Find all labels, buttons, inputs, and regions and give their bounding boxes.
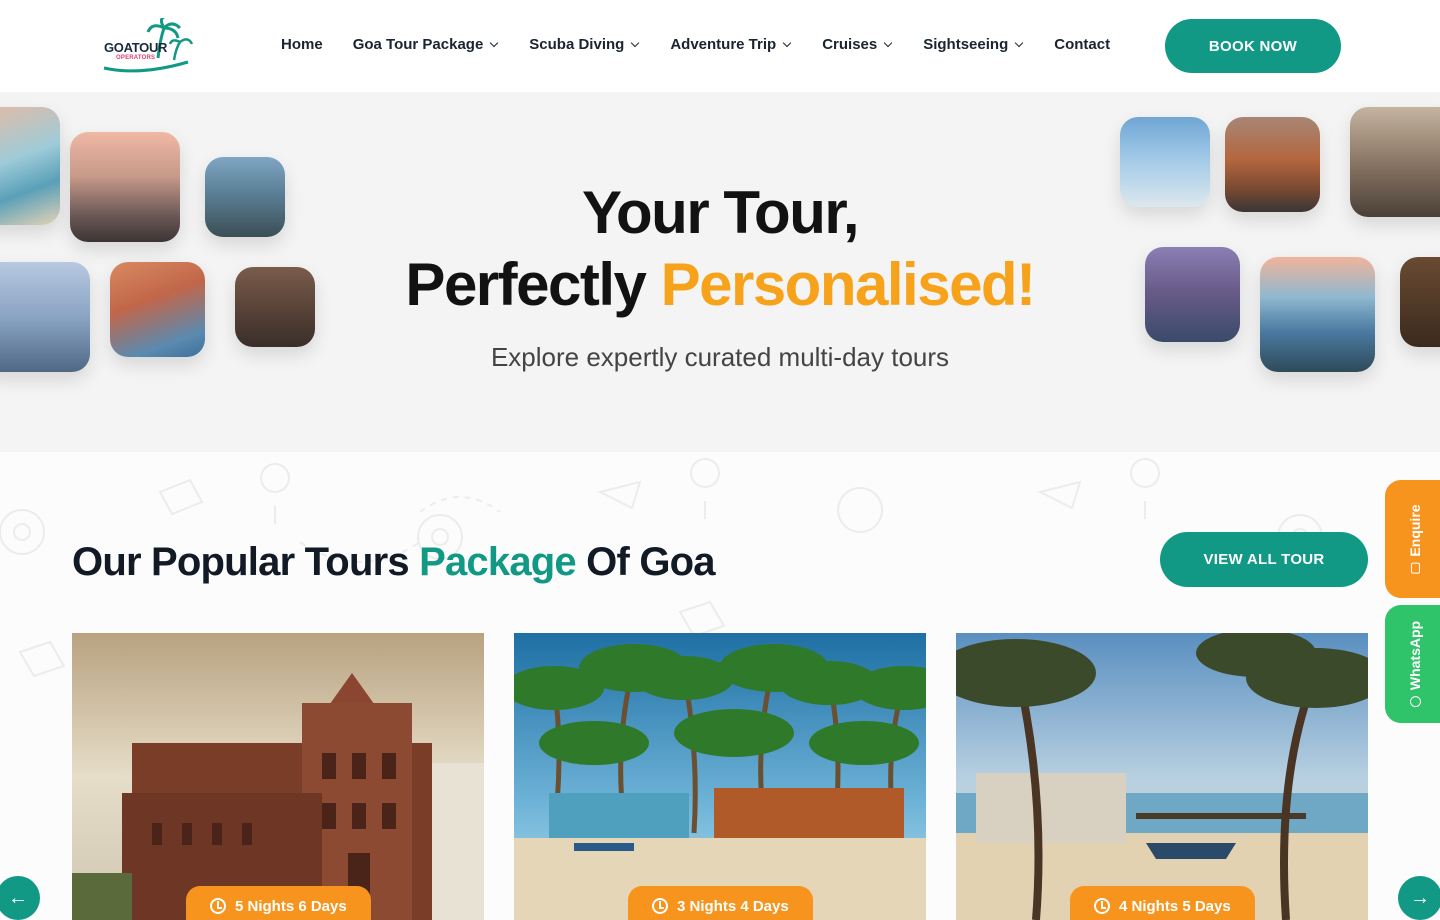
section-title-part2: Of Goa bbox=[575, 540, 715, 584]
nav-adventure-trip-label: Adventure Trip bbox=[670, 36, 777, 53]
duration-label: 3 Nights 4 Days bbox=[677, 897, 789, 915]
logo-wordmark: GOATOUR bbox=[104, 40, 168, 55]
section-title: Our Popular Tours Package Of Goa bbox=[72, 540, 716, 585]
book-now-button[interactable]: BOOK NOW bbox=[1165, 19, 1341, 73]
duration-label: 4 Nights 5 Days bbox=[1119, 897, 1231, 915]
palm-beach-huts-photo bbox=[514, 633, 926, 920]
site-logo[interactable]: GOATOUR OPERATORS bbox=[100, 14, 196, 76]
hero-banner: Your Tour, Perfectly Personalised! Explo… bbox=[0, 92, 1440, 452]
clock-icon bbox=[1094, 898, 1110, 914]
nav-home[interactable]: Home bbox=[281, 36, 323, 53]
duration-label: 5 Nights 6 Days bbox=[235, 897, 347, 915]
tour-card[interactable]: 4 Nights 5 Days bbox=[956, 633, 1368, 920]
nav-cruises[interactable]: Cruises bbox=[822, 36, 893, 53]
popular-tours-section: Our Popular Tours Package Of Goa VIEW AL… bbox=[0, 452, 1440, 920]
tour-card[interactable]: 3 Nights 4 Days bbox=[514, 633, 926, 920]
chevron-down-icon bbox=[631, 38, 640, 47]
nav-contact-label: Contact bbox=[1054, 36, 1111, 53]
chevron-down-icon bbox=[883, 38, 893, 47]
hero-headline-accent: Personalised! bbox=[660, 251, 1037, 318]
chevron-down-icon bbox=[782, 38, 792, 47]
nav-home-label: Home bbox=[281, 36, 323, 53]
nav-scuba-diving[interactable]: Scuba Diving bbox=[529, 36, 640, 53]
whatsapp-label: WhatsApp bbox=[1407, 620, 1423, 691]
tour-card[interactable]: 5 Nights 6 Days bbox=[72, 633, 484, 920]
chevron-down-icon bbox=[1014, 38, 1024, 47]
section-title-accent: Package bbox=[419, 540, 577, 584]
hero-subtitle: Explore expertly curated multi-day tours bbox=[490, 342, 950, 372]
view-all-tour-button[interactable]: VIEW ALL TOUR bbox=[1160, 532, 1368, 587]
whatsapp-tab[interactable]: WhatsApp bbox=[1385, 605, 1440, 723]
enquire-label: Enquire bbox=[1407, 504, 1423, 557]
beach-pier-photo bbox=[956, 633, 1368, 920]
nav-sightseeing[interactable]: Sightseeing bbox=[923, 36, 1024, 53]
clock-icon bbox=[652, 898, 668, 914]
nav-contact[interactable]: Contact bbox=[1054, 36, 1110, 53]
enquire-tab[interactable]: Enquire bbox=[1385, 480, 1440, 598]
hero-headline-plain: Perfectly bbox=[405, 251, 661, 318]
hero-headline-line2: Perfectly Personalised! bbox=[0, 250, 1440, 319]
nav-scuba-diving-label: Scuba Diving bbox=[529, 36, 625, 53]
main-nav: Home Goa Tour Package Scuba Diving Adven… bbox=[281, 36, 1110, 53]
nav-sightseeing-label: Sightseeing bbox=[923, 36, 1009, 53]
nav-goa-tour-package[interactable]: Goa Tour Package bbox=[352, 36, 499, 53]
logo-subtitle: OPERATORS bbox=[116, 55, 156, 61]
clock-icon bbox=[210, 898, 226, 914]
chevron-down-icon bbox=[490, 38, 499, 47]
nav-goa-tour-package-label: Goa Tour Package bbox=[352, 36, 484, 53]
nav-cruises-label: Cruises bbox=[822, 36, 878, 53]
whatsapp-icon bbox=[1409, 696, 1421, 708]
duration-badge: 5 Nights 6 Days bbox=[186, 886, 371, 920]
duration-badge: 3 Nights 4 Days bbox=[628, 886, 813, 920]
section-title-part1: Our Popular Tours bbox=[72, 540, 420, 584]
church-photo bbox=[72, 633, 484, 920]
nav-adventure-trip[interactable]: Adventure Trip bbox=[670, 36, 792, 53]
hero-headline-line1: Your Tour, bbox=[581, 179, 860, 246]
site-header: GOATOUR OPERATORS Home Goa Tour Package … bbox=[0, 0, 1440, 92]
mail-icon bbox=[1410, 562, 1420, 574]
duration-badge: 4 Nights 5 Days bbox=[1070, 886, 1255, 920]
carousel-next-button[interactable]: → bbox=[1398, 876, 1440, 920]
